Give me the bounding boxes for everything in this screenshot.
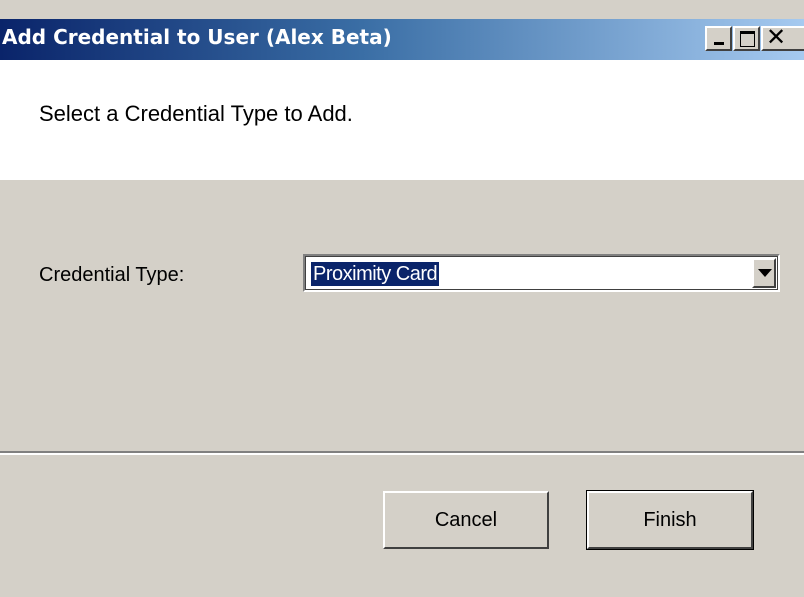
credential-type-selected-value: Proximity Card: [311, 262, 440, 286]
window-title: Add Credential to User (Alex Beta): [2, 25, 392, 49]
minimize-button[interactable]: [705, 26, 732, 51]
title-bar[interactable]: Add Credential to User (Alex Beta) ✕: [0, 19, 804, 60]
dialog-window: Add Credential to User (Alex Beta) ✕ Sel…: [0, 0, 804, 597]
instruction-text: Select a Credential Type to Add.: [39, 101, 353, 126]
divider: [0, 451, 804, 455]
finish-button[interactable]: Finish: [586, 490, 754, 550]
header-panel: Select a Credential Type to Add.: [0, 60, 804, 180]
credential-type-label: Credential Type:: [39, 264, 185, 286]
maximize-icon: [740, 31, 755, 47]
close-button[interactable]: ✕: [761, 23, 804, 51]
minimize-icon: [714, 42, 724, 45]
close-icon: ✕: [766, 23, 787, 51]
credential-type-dropdown[interactable]: Proximity Card: [303, 254, 780, 292]
chevron-down-icon: [758, 269, 772, 277]
maximize-button[interactable]: [733, 26, 760, 51]
dropdown-arrow-button[interactable]: [752, 258, 776, 288]
cancel-button[interactable]: Cancel: [383, 491, 549, 549]
